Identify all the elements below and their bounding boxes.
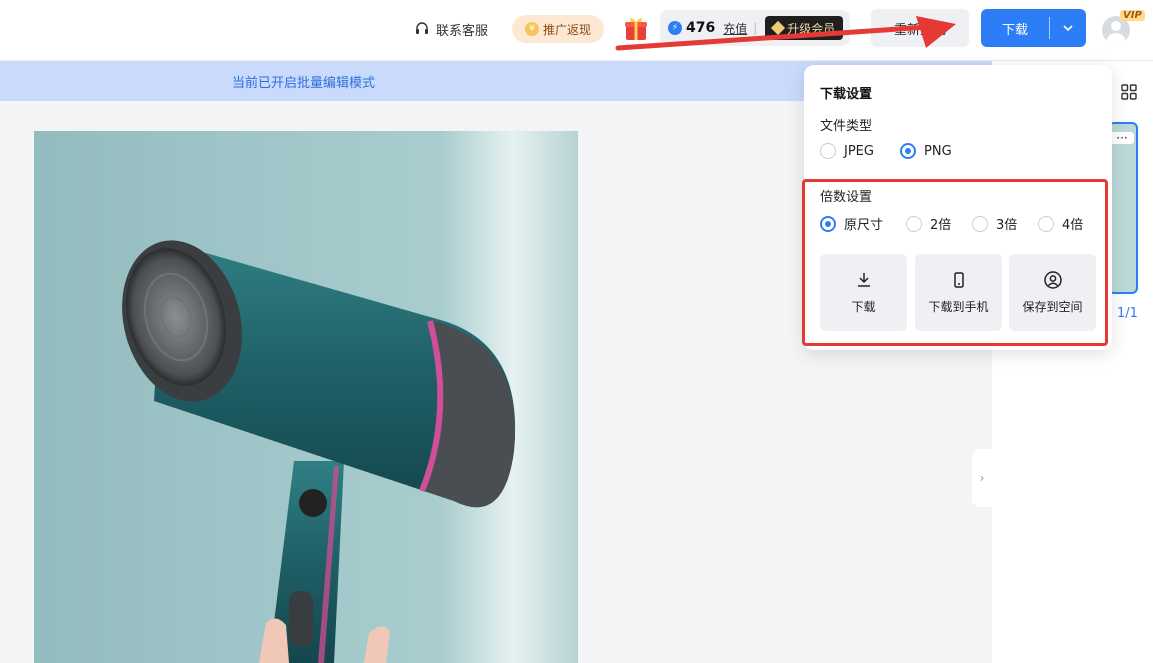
download-settings-menu: 下载设置 文件类型 JPEG PNG 倍数设置 原尺寸 2倍 3倍 4倍 下载 … — [804, 65, 1112, 350]
hair-dryer-image — [34, 131, 578, 663]
lightning-icon: ⚡ — [668, 21, 682, 35]
scale-4x-option[interactable]: 4倍 — [1038, 214, 1083, 233]
radio-png[interactable] — [900, 143, 916, 159]
phone-icon — [953, 272, 964, 288]
file-type-jpeg-option[interactable]: JPEG — [820, 143, 874, 159]
radio-scale-4x[interactable] — [1038, 215, 1054, 232]
more-options-icon[interactable]: ··· — [1110, 132, 1134, 144]
credit-balance: 476 — [686, 20, 716, 36]
page-counter: 1/1 — [1117, 306, 1138, 321]
download-button[interactable]: 下载 — [981, 19, 1049, 38]
scale-original-option[interactable]: 原尺寸 — [820, 214, 883, 233]
scale-3x-label: 3倍 — [996, 218, 1018, 233]
customer-service-link[interactable]: 联系客服 — [414, 18, 488, 40]
panel-collapse-toggle[interactable]: › — [972, 449, 992, 507]
file-type-png-label: PNG — [924, 143, 952, 159]
scale-3x-option[interactable]: 3倍 — [972, 214, 1017, 233]
file-type-png-option[interactable]: PNG — [900, 143, 952, 159]
upgrade-vip-button[interactable]: 升级会员 — [765, 16, 844, 40]
scale-label: 倍数设置 — [820, 190, 873, 205]
credits-panel: ⚡ 476 充值 | 升级会员 — [660, 10, 850, 46]
download-icon — [857, 273, 870, 287]
file-type-label: 文件类型 — [820, 119, 873, 134]
scale-2x-label: 2倍 — [930, 218, 952, 233]
regenerate-button[interactable]: 重新生成 — [871, 9, 969, 47]
download-to-phone-button[interactable]: 下载到手机 — [915, 254, 1002, 331]
customer-service-label: 联系客服 — [436, 23, 489, 39]
radio-scale-2x[interactable] — [906, 215, 922, 232]
save-to-space-label: 保存到空间 — [1022, 300, 1083, 314]
menu-title: 下载设置 — [820, 87, 873, 102]
coin-icon: ¥ — [524, 22, 539, 36]
download-local-button[interactable]: 下载 — [820, 254, 907, 331]
batch-mode-text: 当前已开启批量编辑模式 — [232, 76, 376, 91]
scale-2x-option[interactable]: 2倍 — [906, 214, 951, 233]
download-options-toggle[interactable] — [1050, 22, 1086, 34]
image-thumbnail[interactable]: ··· — [1108, 122, 1138, 294]
diamond-icon — [771, 20, 786, 36]
radio-scale-original[interactable] — [820, 215, 836, 232]
chevron-down-icon — [1063, 25, 1073, 32]
radio-jpeg[interactable] — [820, 143, 836, 159]
radio-scale-3x[interactable] — [972, 215, 988, 232]
vip-badge: VIP — [1120, 10, 1145, 21]
recharge-link[interactable]: 充值 — [723, 20, 747, 37]
promo-label: 推广返现 — [542, 22, 591, 37]
gift-icon[interactable] — [622, 14, 650, 42]
promo-cashback-button[interactable]: ¥ 推广返现 — [512, 15, 604, 43]
grid-view-icon[interactable] — [1121, 84, 1137, 100]
divider: | — [753, 21, 758, 35]
canvas-image[interactable] — [34, 131, 578, 663]
user-circle-icon — [1043, 271, 1062, 289]
save-to-space-button[interactable]: 保存到空间 — [1009, 254, 1096, 331]
download-button-group: 下载 — [981, 9, 1086, 47]
scale-original-label: 原尺寸 — [844, 218, 884, 233]
download-to-phone-label: 下载到手机 — [928, 300, 989, 314]
upgrade-label: 升级会员 — [787, 21, 836, 36]
headset-icon — [416, 22, 428, 34]
chevron-right-icon: › — [979, 471, 985, 485]
file-type-jpeg-label: JPEG — [844, 143, 874, 159]
top-bar: 联系客服 ¥ 推广返现 ⚡ 476 充值 | 升级会员 重新生成 下载 VIP — [0, 0, 1153, 61]
scale-4x-label: 4倍 — [1062, 218, 1084, 233]
download-local-label: 下载 — [851, 300, 876, 314]
